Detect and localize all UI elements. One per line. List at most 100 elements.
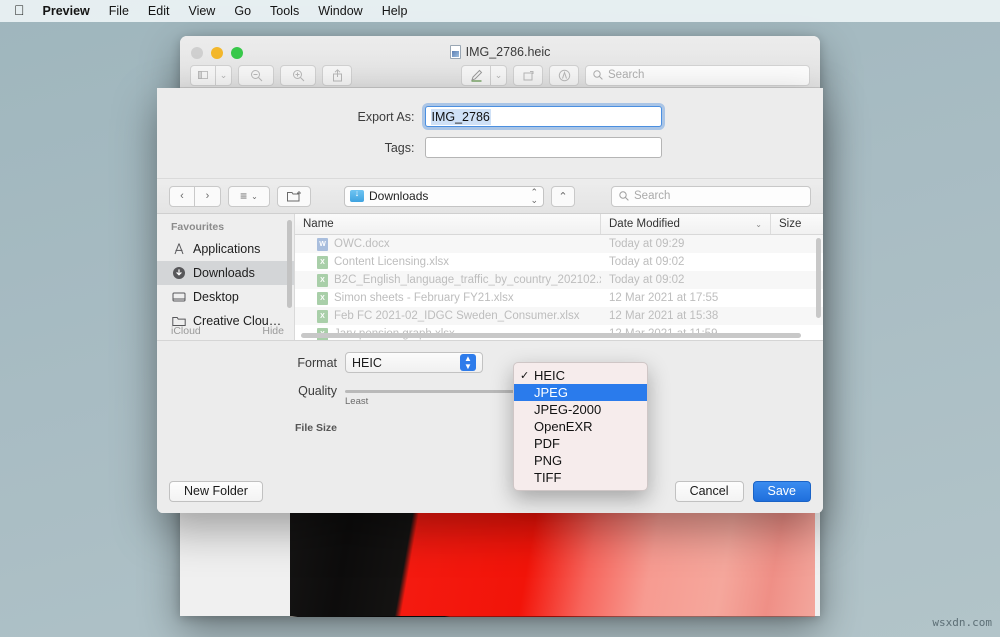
preview-title-bar: IMG_2786.heic ⌄ ⌄: [180, 36, 820, 88]
chevron-down-icon: ⌄: [251, 192, 258, 201]
format-dropdown-menu: ✓ HEIC JPEG JPEG-2000 OpenEXR PDF PNG TI…: [513, 362, 648, 491]
downloads-folder-icon: [350, 190, 364, 202]
table-row[interactable]: W OWC.docx Today at 09:29: [295, 235, 823, 253]
dialog-footer: New Folder Cancel Save: [157, 469, 823, 513]
excel-file-icon: X: [317, 292, 328, 305]
file-name: Content Licensing.xlsx: [334, 256, 449, 268]
forward-button[interactable]: ›: [195, 186, 221, 207]
tags-input[interactable]: [425, 137, 662, 158]
sort-caret-icon: ⌄: [755, 220, 762, 229]
search-icon: [619, 191, 629, 201]
apple-logo-icon[interactable]: : [14, 3, 25, 17]
quality-min-label: Least: [345, 396, 368, 407]
table-row[interactable]: X Content Licensing.xlsx Today at 09:02: [295, 253, 823, 271]
menu-item-jpeg[interactable]: JPEG: [514, 384, 647, 401]
menu-item-tools[interactable]: Tools: [270, 4, 299, 18]
table-row[interactable]: X Simon sheets - February FY21.xlsx 12 M…: [295, 289, 823, 307]
export-as-value: IMG_2786: [431, 109, 491, 125]
file-name-cell: X B2C_English_language_traffic_by_countr…: [295, 274, 601, 287]
list-view-icon: ≡: [240, 189, 247, 203]
menu-item-tiff[interactable]: TIFF: [514, 469, 647, 486]
preview-search-input[interactable]: Search: [585, 65, 810, 86]
format-popup-button[interactable]: HEIC ▲▼: [345, 352, 483, 373]
excel-file-icon: X: [317, 256, 328, 269]
file-date: Today at 09:29: [601, 238, 771, 250]
sidebar-scrollbar[interactable]: [287, 220, 292, 308]
menu-item-label: OpenEXR: [534, 419, 593, 434]
menu-item-help[interactable]: Help: [382, 4, 408, 18]
preview-toolbar: ⌄ ⌄: [180, 62, 820, 88]
view-mode-button[interactable]: ≡ ⌄: [228, 186, 270, 207]
quality-slider[interactable]: Least Best: [345, 390, 540, 393]
menu-bar:  Preview File Edit View Go Tools Window…: [0, 0, 1000, 22]
menu-item-heic[interactable]: ✓ HEIC: [514, 367, 647, 384]
column-header-name[interactable]: Name: [295, 214, 601, 234]
menu-item-label: PNG: [534, 453, 562, 468]
new-folder-button[interactable]: New Folder: [169, 481, 263, 502]
table-row[interactable]: X B2C_English_language_traffic_by_countr…: [295, 271, 823, 289]
cancel-button[interactable]: Cancel: [675, 481, 744, 502]
watermark: wsxdn.com: [932, 616, 992, 629]
markup-icon[interactable]: [461, 65, 491, 86]
menu-item-jpeg-2000[interactable]: JPEG-2000: [514, 401, 647, 418]
checkmark-icon: ✓: [520, 369, 534, 382]
menu-item-go[interactable]: Go: [234, 4, 251, 18]
file-list-horizontal-scrollbar[interactable]: [301, 333, 801, 338]
menu-item-openexr[interactable]: OpenEXR: [514, 418, 647, 435]
word-file-icon: W: [317, 238, 328, 251]
file-name-cell: X Simon sheets - February FY21.xlsx: [295, 292, 601, 305]
menu-item-label: HEIC: [534, 368, 565, 383]
preview-search-placeholder: Search: [608, 69, 644, 81]
new-folder-icon[interactable]: [277, 186, 311, 207]
quality-label: Quality: [157, 384, 337, 398]
back-button[interactable]: ‹: [169, 186, 195, 207]
rotate-icon[interactable]: [513, 65, 543, 86]
file-name: B2C_English_language_traffic_by_country_…: [334, 274, 601, 286]
format-row: Format HEIC ▲▼: [157, 341, 823, 373]
menu-item-pdf[interactable]: PDF: [514, 435, 647, 452]
menu-item-view[interactable]: View: [188, 4, 215, 18]
menu-item-png[interactable]: PNG: [514, 452, 647, 469]
export-as-label: Export As:: [319, 110, 415, 124]
search-icon: [593, 70, 603, 80]
menu-item-label: TIFF: [534, 470, 561, 485]
menu-item-edit[interactable]: Edit: [148, 4, 170, 18]
location-popup-button[interactable]: Downloads ⌃⌄: [344, 186, 544, 207]
file-browser-toolbar: ‹ › ≡ ⌄ Downloads ⌃⌄ ⌃ Search: [157, 178, 823, 214]
sidebar: Favourites Applications Downloads Deskto…: [157, 214, 295, 340]
chevron-down-icon[interactable]: ⌄: [216, 65, 232, 86]
table-row[interactable]: X Feb FC 2021-02_IDGC Sweden_Consumer.xl…: [295, 307, 823, 325]
markup-toggle-group[interactable]: ⌄: [461, 65, 507, 86]
menu-item-window[interactable]: Window: [318, 4, 362, 18]
export-as-input[interactable]: IMG_2786: [425, 106, 662, 127]
annotate-icon[interactable]: [549, 65, 579, 86]
share-icon[interactable]: [322, 65, 352, 86]
file-list-vertical-scrollbar[interactable]: [816, 238, 821, 318]
sidebar-item-desktop[interactable]: Desktop: [157, 285, 294, 309]
hide-button[interactable]: Hide: [262, 325, 284, 337]
tags-label: Tags:: [319, 141, 415, 155]
sidebar-icon[interactable]: [190, 65, 216, 86]
zoom-in-button[interactable]: [280, 65, 316, 86]
expand-button[interactable]: ⌃: [551, 186, 575, 207]
popup-arrows-icon: ▲▼: [460, 354, 476, 371]
applications-icon: [171, 242, 186, 257]
save-button[interactable]: Save: [753, 481, 812, 502]
back-forward-group[interactable]: ‹ ›: [169, 186, 221, 207]
column-header-date-modified[interactable]: Date Modified ⌄: [601, 214, 771, 234]
file-browser: Favourites Applications Downloads Deskto…: [157, 214, 823, 341]
tags-row: Tags:: [157, 137, 823, 158]
sidebar-item-downloads[interactable]: Downloads: [157, 261, 294, 285]
sidebar-toggle-group[interactable]: ⌄: [190, 65, 232, 86]
zoom-out-button[interactable]: [238, 65, 274, 86]
file-search-input[interactable]: Search: [611, 186, 811, 207]
column-header-size[interactable]: Size: [771, 214, 823, 234]
export-options: Format HEIC ▲▼ Quality Least Best File S…: [157, 341, 823, 469]
sidebar-item-applications[interactable]: Applications: [157, 237, 294, 261]
file-name: Simon sheets - February FY21.xlsx: [334, 292, 514, 304]
menu-item-preview[interactable]: Preview: [43, 4, 90, 18]
chevron-down-icon[interactable]: ⌄: [491, 65, 507, 86]
icloud-label: iCloud: [171, 325, 201, 337]
excel-file-icon: X: [317, 310, 328, 323]
menu-item-file[interactable]: File: [109, 4, 129, 18]
